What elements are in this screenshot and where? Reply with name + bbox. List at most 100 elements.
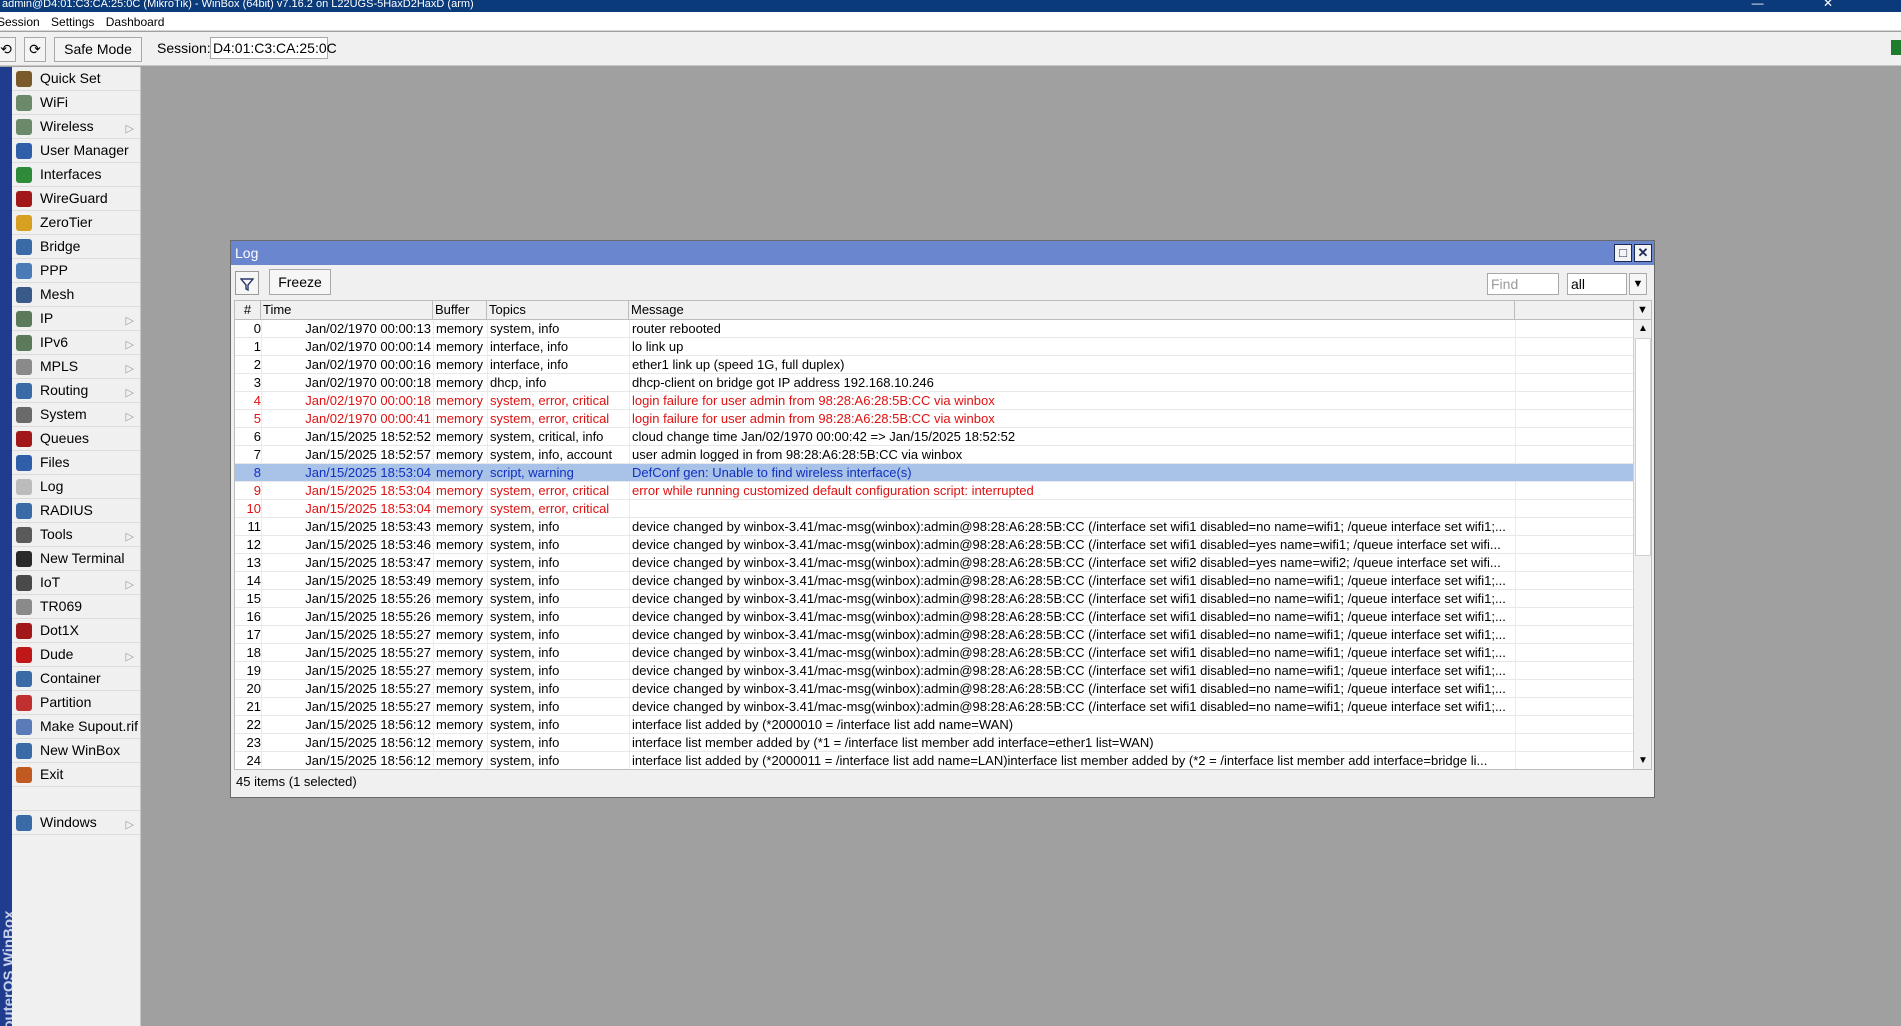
table-row[interactable]: 18 Jan/15/2025 18:55:27 memory system, info…: [235, 644, 1633, 662]
menu-settings[interactable]: Settings: [47, 12, 98, 29]
table-row[interactable]: 15 Jan/15/2025 18:55:26 memory system, info…: [235, 590, 1633, 608]
table-row[interactable]: 20 Jan/15/2025 18:55:27 memory system, info…: [235, 680, 1633, 698]
cell-topics: script, warning: [490, 465, 574, 480]
sidebar-item-files[interactable]: Files: [12, 451, 140, 475]
exit-icon: [16, 767, 32, 783]
freeze-button[interactable]: Freeze: [269, 269, 331, 295]
scroll-down-button[interactable]: ▼: [1635, 752, 1651, 769]
table-row[interactable]: 1 Jan/02/1970 00:00:14 memory interface, in…: [235, 338, 1633, 356]
safe-mode-button[interactable]: Safe Mode: [54, 37, 142, 62]
sidebar-item-tools[interactable]: Tools ▷: [12, 523, 140, 547]
sidebar-item-tr069[interactable]: TR069: [12, 595, 140, 619]
table-row[interactable]: 14 Jan/15/2025 18:53:49 memory system, info…: [235, 572, 1633, 590]
sidebar-item-quick-set[interactable]: Quick Set: [12, 67, 140, 91]
cell-topics: system, info: [490, 627, 560, 642]
sidebar-item-container[interactable]: Container: [12, 667, 140, 691]
sidebar-item-label: Exit: [40, 766, 64, 782]
column-header-buffer[interactable]: Buffer: [433, 301, 487, 320]
sidebar-item-system[interactable]: System ▷: [12, 403, 140, 427]
window-controls[interactable]: — ✕: [1752, 0, 1861, 9]
filter-button[interactable]: [235, 271, 259, 295]
table-row[interactable]: 19 Jan/15/2025 18:55:27 memory system, info…: [235, 662, 1633, 680]
log-window: Log □ ✕ Freeze all ▼ # Time Buffer Topic…: [230, 240, 1655, 798]
menu-session[interactable]: Session: [0, 12, 44, 29]
sidebar-item-mesh[interactable]: Mesh: [12, 283, 140, 307]
table-row[interactable]: 6 Jan/15/2025 18:52:52 memory system, criti…: [235, 428, 1633, 446]
sidebar-item-dude[interactable]: Dude ▷: [12, 643, 140, 667]
table-row[interactable]: 3 Jan/02/1970 00:00:18 memory dhcp, info dhc…: [235, 374, 1633, 392]
submenu-arrow-icon: ▷: [125, 339, 134, 351]
cell-topics: system, error, critical: [490, 393, 610, 408]
menu-dashboard[interactable]: Dashboard: [102, 12, 169, 29]
table-row[interactable]: 13 Jan/15/2025 18:53:47 memory system, info…: [235, 554, 1633, 572]
table-row[interactable]: 9 Jan/15/2025 18:53:04 memory system, error…: [235, 482, 1633, 500]
sidebar-item-ppp[interactable]: PPP: [12, 259, 140, 283]
sidebar-item-radius[interactable]: RADIUS: [12, 499, 140, 523]
session-field[interactable]: D4:01:C3:CA:25:0C: [210, 37, 337, 59]
find-input[interactable]: [1487, 273, 1559, 295]
buffer-filter-select[interactable]: all: [1567, 273, 1627, 295]
sidebar-item-label: Files: [40, 454, 70, 470]
cell-message: ether1 link up (speed 1G, full duplex): [632, 357, 845, 372]
column-header-time[interactable]: Time: [261, 301, 433, 320]
column-menu-button[interactable]: ▼: [1633, 301, 1651, 320]
log-window-titlebar[interactable]: Log □ ✕: [231, 241, 1654, 265]
table-row[interactable]: 4 Jan/02/1970 00:00:18 memory system, error…: [235, 392, 1633, 410]
sidebar-item-bridge[interactable]: Bridge: [12, 235, 140, 259]
table-row[interactable]: 0 Jan/02/1970 00:00:13 memory system, info r…: [235, 320, 1633, 338]
sidebar-item-new-terminal[interactable]: New Terminal: [12, 547, 140, 571]
sidebar-item-queues[interactable]: Queues: [12, 427, 140, 451]
sidebar-item-wireless[interactable]: Wireless ▷: [12, 115, 140, 139]
sidebar-item-user-manager[interactable]: User Manager: [12, 139, 140, 163]
cell-time: Jan/15/2025 18:52:52: [305, 429, 431, 444]
close-button[interactable]: ✕: [1634, 244, 1652, 262]
sidebar-item-mpls[interactable]: MPLS ▷: [12, 355, 140, 379]
column-header-message[interactable]: Message: [629, 301, 1515, 320]
cell-message: cloud change time Jan/02/1970 00:00:42 =…: [632, 429, 1016, 444]
sidebar-item-zerotier[interactable]: ZeroTier: [12, 211, 140, 235]
table-row[interactable]: 21 Jan/15/2025 18:55:27 memory system, info…: [235, 698, 1633, 716]
column-header-number[interactable]: #: [235, 301, 261, 320]
sidebar-item-label: Container: [40, 670, 101, 686]
table-row[interactable]: 16 Jan/15/2025 18:55:26 memory system, info…: [235, 608, 1633, 626]
cell-buffer: memory: [436, 411, 483, 426]
sidebar-item-iot[interactable]: IoT ▷: [12, 571, 140, 595]
redo-button[interactable]: ⟳: [24, 37, 46, 62]
undo-button[interactable]: ⟲: [0, 37, 16, 62]
table-row[interactable]: 10 Jan/15/2025 18:53:04 memory system, erro…: [235, 500, 1633, 518]
sidebar-item-ipv6[interactable]: IPv6 ▷: [12, 331, 140, 355]
sidebar-item-new-winbox[interactable]: New WinBox: [12, 739, 140, 763]
buffer-filter-dropdown[interactable]: ▼: [1629, 273, 1647, 295]
table-row[interactable]: 5 Jan/02/1970 00:00:41 memory system, error…: [235, 410, 1633, 428]
sidebar-item-partition[interactable]: Partition: [12, 691, 140, 715]
table-row[interactable]: 24 Jan/15/2025 18:56:12 memory system, info…: [235, 752, 1633, 769]
column-header-topics[interactable]: Topics: [487, 301, 629, 320]
table-row[interactable]: 2 Jan/02/1970 00:00:16 memory interface, in…: [235, 356, 1633, 374]
table-row[interactable]: 8 Jan/15/2025 18:53:04 memory script, warni…: [235, 464, 1633, 482]
table-row[interactable]: 23 Jan/15/2025 18:56:12 memory system, info…: [235, 734, 1633, 752]
cell-topics: system, info: [490, 735, 560, 750]
table-row[interactable]: 22 Jan/15/2025 18:56:12 memory system, info…: [235, 716, 1633, 734]
vertical-scrollbar[interactable]: ▲ ▼: [1633, 320, 1651, 769]
maximize-button[interactable]: □: [1614, 244, 1632, 262]
cell-time: Jan/15/2025 18:55:27: [305, 663, 431, 678]
table-row[interactable]: 7 Jan/15/2025 18:52:57 memory system, info,…: [235, 446, 1633, 464]
scroll-up-button[interactable]: ▲: [1635, 320, 1651, 337]
submenu-arrow-icon: ▷: [125, 579, 134, 591]
sidebar-item-exit[interactable]: Exit: [12, 763, 140, 787]
sidebar-item-wifi[interactable]: WiFi: [12, 91, 140, 115]
sidebar-item-wireguard[interactable]: WireGuard: [12, 187, 140, 211]
sidebar-item-routing[interactable]: Routing ▷: [12, 379, 140, 403]
table-row[interactable]: 17 Jan/15/2025 18:55:27 memory system, info…: [235, 626, 1633, 644]
sidebar-item-make-supout-rif[interactable]: Make Supout.rif: [12, 715, 140, 739]
sidebar-item-ip[interactable]: IP ▷: [12, 307, 140, 331]
cell-number: 20: [246, 681, 261, 696]
sidebar-item-log[interactable]: Log: [12, 475, 140, 499]
sidebar-item-dot1x[interactable]: Dot1X: [12, 619, 140, 643]
scroll-thumb[interactable]: [1635, 338, 1651, 556]
table-row[interactable]: 11 Jan/15/2025 18:53:43 memory system, info…: [235, 518, 1633, 536]
sidebar-item-interfaces[interactable]: Interfaces: [12, 163, 140, 187]
cell-number: 11: [247, 519, 262, 534]
sidebar-item-windows[interactable]: Windows ▷: [12, 811, 140, 835]
table-row[interactable]: 12 Jan/15/2025 18:53:46 memory system, info…: [235, 536, 1633, 554]
